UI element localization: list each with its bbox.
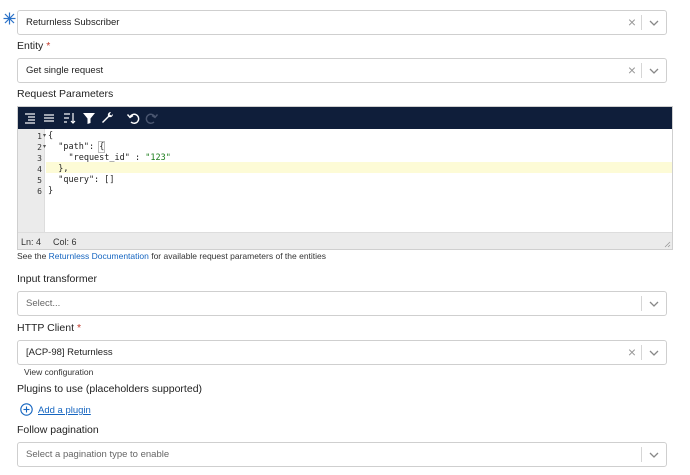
select-divider (641, 447, 642, 462)
resize-handle-icon[interactable] (664, 241, 671, 248)
chevron-down-icon[interactable] (648, 298, 660, 310)
clear-icon[interactable]: × (628, 14, 636, 30)
code-line: }, (48, 164, 69, 174)
chevron-down-icon[interactable] (648, 449, 660, 461)
connector-select[interactable]: Returnless Subscriber × (17, 10, 667, 35)
connector-logo-icon (3, 12, 16, 25)
chevron-down-icon[interactable] (648, 347, 660, 359)
documentation-link[interactable]: Returnless Documentation (49, 251, 149, 261)
editor-toolbar (18, 107, 672, 129)
input-transformer-placeholder: Select... (26, 298, 61, 309)
entity-select[interactable]: Get single request × (17, 58, 667, 83)
view-configuration-link[interactable]: View configuration (24, 367, 93, 377)
request-parameters-label: Request Parameters (17, 88, 114, 100)
line-number: 3 (37, 154, 42, 163)
col-status: Col: 6 (53, 237, 77, 247)
line-number: 4 (37, 165, 42, 174)
matched-bracket: { (98, 141, 106, 153)
select-divider (641, 15, 642, 30)
required-mark: * (46, 40, 51, 52)
entity-label: Entity * (17, 40, 51, 52)
string-token: "123" (145, 153, 171, 163)
code-area[interactable]: { "path": { "request_id" : "123" }, "que… (46, 129, 672, 233)
connector-value: Returnless Subscriber (26, 17, 120, 28)
sort-icon[interactable] (62, 111, 76, 125)
code-line: "path": { (48, 141, 106, 153)
code-line: "request_id" : "123" (48, 153, 171, 163)
chevron-down-icon[interactable] (648, 65, 660, 77)
clear-icon[interactable]: × (628, 344, 636, 360)
select-divider (641, 63, 642, 78)
line-number: 1 (37, 132, 42, 141)
line-number: 5 (37, 176, 42, 185)
input-transformer-select[interactable]: Select... (17, 291, 667, 316)
active-line-highlight (46, 162, 672, 173)
line-number-gutter: 1 ▾ 2 ▾ 3 4 5 6 (18, 129, 46, 233)
pagination-placeholder: Select a pagination type to enable (26, 449, 170, 460)
entity-value: Get single request (26, 65, 104, 76)
input-transformer-label: Input transformer (17, 273, 97, 285)
http-client-select[interactable]: [ACP-98] Returnless × (17, 340, 667, 365)
required-mark: * (77, 322, 82, 334)
redo-icon[interactable] (145, 111, 159, 125)
plugins-label: Plugins to use (placeholders supported) (17, 383, 203, 395)
code-line: "query": [] (48, 175, 115, 185)
http-client-label: HTTP Client * (17, 322, 82, 334)
json-editor[interactable]: 1 ▾ 2 ▾ 3 4 5 6 { "path": { "request_id"… (17, 106, 673, 250)
select-divider (641, 345, 642, 360)
line-number: 6 (37, 187, 42, 196)
add-plugin-label[interactable]: Add a plugin (38, 405, 91, 416)
http-client-value: [ACP-98] Returnless (26, 347, 113, 358)
format-icon[interactable] (23, 111, 37, 125)
line-number: 2 (37, 143, 42, 152)
clear-icon[interactable]: × (628, 62, 636, 78)
select-divider (641, 296, 642, 311)
undo-icon[interactable] (126, 111, 140, 125)
request-parameters-help: See the Returnless Documentation for ava… (17, 251, 327, 261)
editor-statusbar: Ln: 4 Col: 6 (18, 232, 672, 249)
filter-icon[interactable] (82, 111, 96, 125)
pagination-label: Follow pagination (17, 424, 99, 436)
code-token: "request_id" : (48, 153, 146, 163)
code-line: } (48, 186, 54, 196)
code-line: { (48, 131, 54, 141)
code-token: "path": (48, 142, 100, 152)
line-status: Ln: 4 (21, 237, 42, 247)
add-circle-icon (20, 403, 33, 416)
pagination-select[interactable]: Select a pagination type to enable (17, 442, 667, 467)
repair-icon[interactable] (101, 111, 115, 125)
chevron-down-icon[interactable] (648, 17, 660, 29)
compact-icon[interactable] (42, 111, 56, 125)
